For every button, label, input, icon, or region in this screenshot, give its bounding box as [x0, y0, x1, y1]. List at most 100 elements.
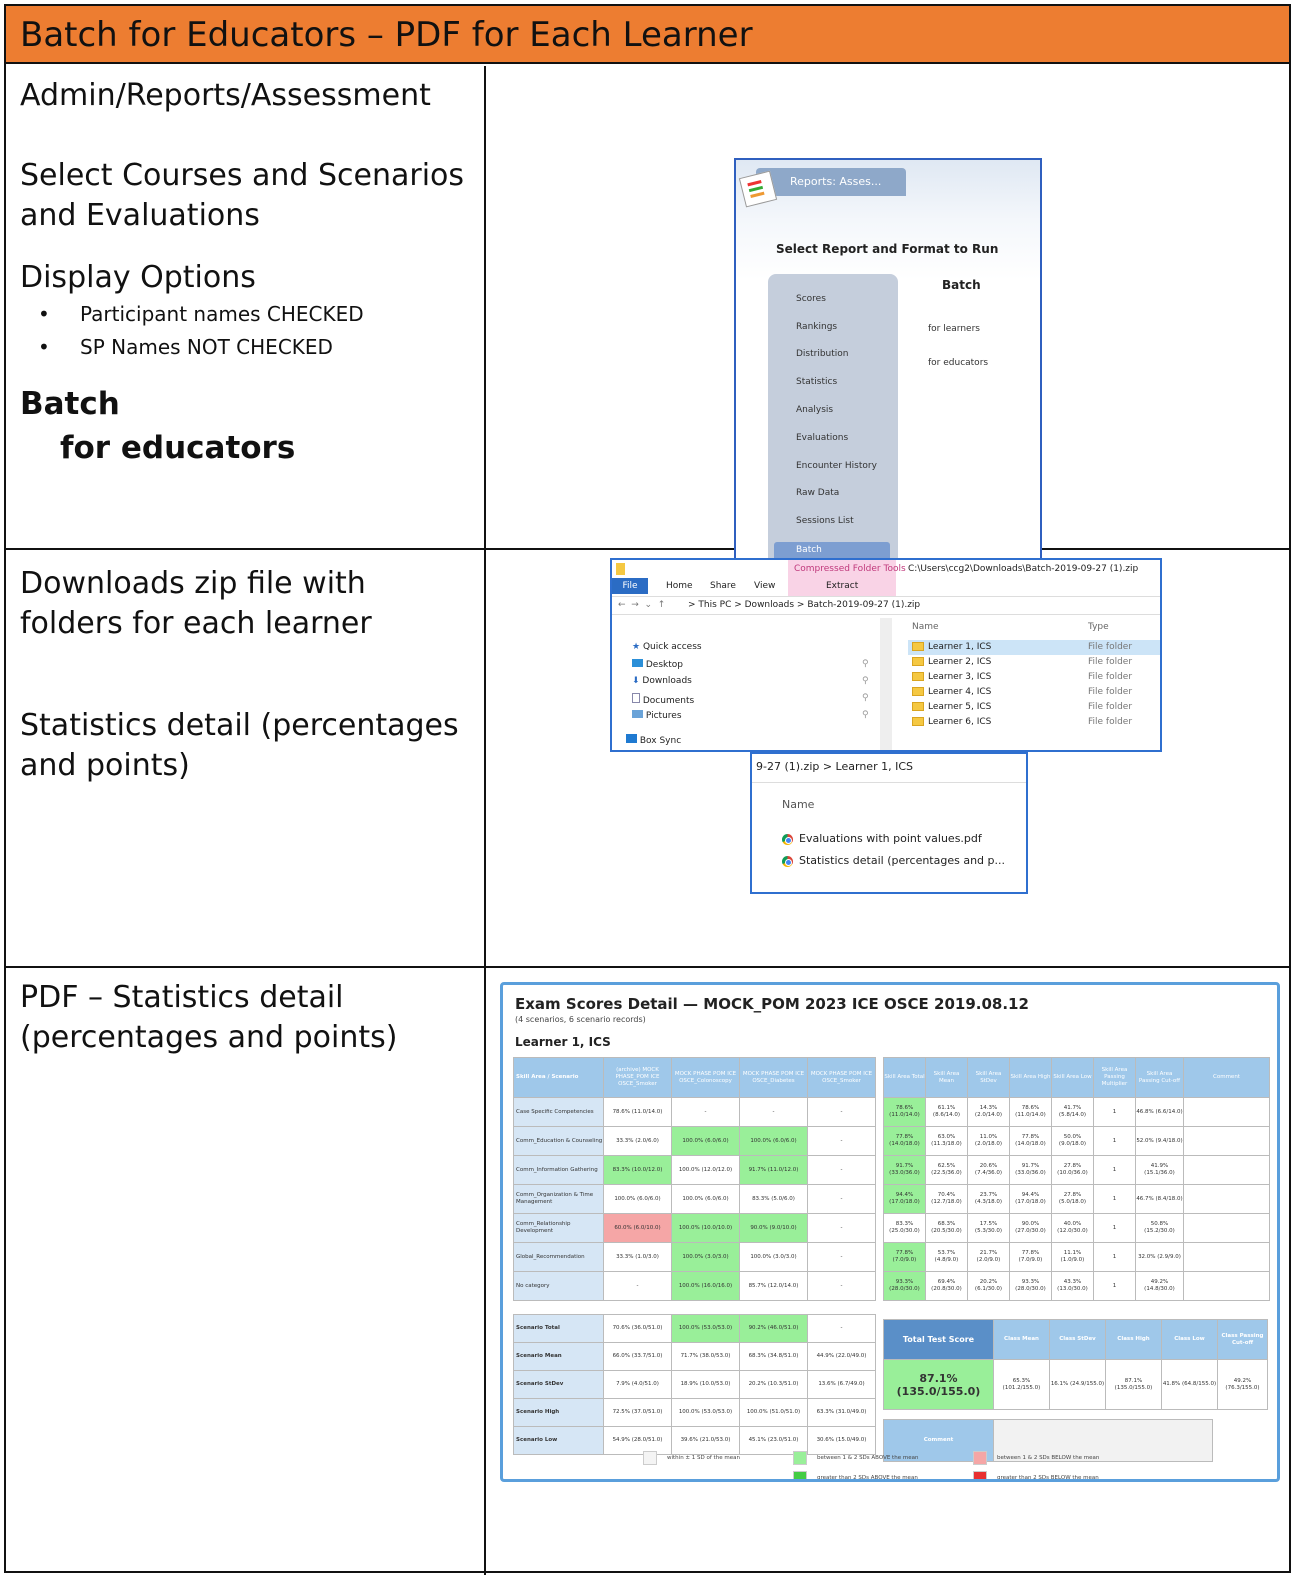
report-subtitle: (4 scenarios, 6 scenario records) — [515, 1015, 646, 1024]
folder-icon — [912, 702, 924, 711]
nav-desktop[interactable]: Desktop — [632, 659, 683, 670]
folder-row[interactable]: Learner 6, ICS File folder — [912, 717, 1160, 727]
folder-type: File folder — [1088, 717, 1133, 727]
skill-scenario-table: Skill Area / Scenario (archive) MOCK PHAS… — [513, 1057, 876, 1301]
nav-item-sessions-list[interactable]: Sessions List — [796, 516, 854, 526]
table-cell: 90.2% (46.0/51.0) — [739, 1314, 808, 1343]
admin-path: Admin/Reports/Assessment — [20, 78, 431, 113]
report-clipboard-icon — [738, 170, 778, 208]
tab-file[interactable]: File — [612, 578, 648, 594]
tab-view[interactable]: View — [754, 581, 775, 591]
table-cell: 90.0% (27.0/30.0) — [1009, 1213, 1052, 1243]
nav-box-sync[interactable]: Box Sync — [626, 734, 681, 746]
legend-label: between 1 & 2 SDs BELOW the mean — [997, 1455, 1100, 1461]
nav-documents[interactable]: Documents — [632, 693, 694, 706]
file-statistics-pdf[interactable]: Statistics detail (percentages and p... — [782, 854, 1005, 867]
folder-name: Learner 4, ICS — [928, 687, 992, 697]
nav-quick-access[interactable]: ★ Quick access — [632, 642, 702, 652]
download-arrow-icon: ⬇ — [632, 676, 640, 686]
table-cell: 77.8% (14.0/18.0) — [883, 1126, 926, 1156]
table-cell: 32.0% (2.9/9.0) — [1135, 1242, 1184, 1272]
folder-address[interactable]: 9-27 (1).zip > Learner 1, ICS — [756, 760, 913, 773]
folder-type: File folder — [1088, 642, 1133, 652]
table-cell: 7.9% (4.0/51.0) — [603, 1370, 672, 1399]
nav-item-distribution[interactable]: Distribution — [796, 349, 849, 359]
table-cell: 62.5% (22.5/36.0) — [925, 1155, 968, 1185]
tab-home[interactable]: Home — [666, 581, 693, 591]
nav-item-scores[interactable]: Scores — [796, 294, 826, 304]
nav-item-analysis[interactable]: Analysis — [796, 405, 833, 415]
table-cell: 50.8% (15.2/30.0) — [1135, 1213, 1184, 1243]
column-header: MOCK PHASE POM ICE OSCE_Smoker — [807, 1057, 876, 1098]
table-cell: 69.4% (20.8/30.0) — [925, 1271, 968, 1301]
table-cell: 41.9% (15.1/36.0) — [1135, 1155, 1184, 1185]
column-type[interactable]: Type — [1088, 622, 1109, 632]
table-cell: - — [807, 1184, 876, 1214]
table-cell: 21.7% (2.0/9.0) — [967, 1242, 1010, 1272]
chrome-icon — [782, 833, 793, 845]
table-cell: 100.0% (16.0/16.0) — [671, 1271, 740, 1301]
table-cell: 61.1% (8.6/14.0) — [925, 1097, 968, 1127]
table-row: Scenario Mean 66.0% (33.7/51.0) 71.7% (38.… — [513, 1342, 876, 1371]
tab-share[interactable]: Share — [710, 581, 736, 591]
nav-scrollbar[interactable] — [880, 618, 892, 750]
table-cell: 68.3% (34.8/51.0) — [739, 1342, 808, 1371]
nav-pictures[interactable]: Pictures — [632, 710, 682, 721]
nav-arrows-icon[interactable]: ← → ⌄ ↑ — [618, 600, 665, 610]
row-label: Scenario Total — [513, 1314, 604, 1343]
nav-item-evaluations[interactable]: Evaluations — [796, 433, 848, 443]
folder-icon — [912, 672, 924, 681]
folder-row[interactable]: Learner 2, ICS File folder — [912, 657, 1160, 667]
nav-downloads[interactable]: ⬇ Downloads — [632, 676, 692, 686]
table-row: Comm_Education & Counseling 33.3% (2.0/6.… — [513, 1126, 876, 1156]
tab-extract[interactable]: Extract — [826, 581, 858, 591]
column-name[interactable]: Name — [912, 622, 939, 632]
row-label: Scenario StDev — [513, 1370, 604, 1399]
nav-item-raw-data[interactable]: Raw Data — [796, 488, 839, 498]
column-name[interactable]: Name — [782, 798, 814, 811]
total-score-table: Total Test Score Class Mean Class StDev Cla… — [883, 1319, 1268, 1410]
folder-name: Learner 6, ICS — [928, 717, 992, 727]
document-icon — [632, 693, 640, 703]
table-row: 91.7% (33.0/36.0) 62.5% (22.5/36.0) 20.6% … — [883, 1155, 1270, 1185]
table-cell: 90.0% (9.0/10.0) — [739, 1213, 808, 1243]
table-row: Case Specific Competencies 78.6% (11.0/14… — [513, 1097, 876, 1127]
table-cell: 46.8% (6.6/14.0) — [1135, 1097, 1184, 1127]
file-evaluations-pdf[interactable]: Evaluations with point values.pdf — [782, 832, 982, 845]
option-for-educators[interactable]: for educators — [928, 358, 988, 368]
exam-scores-report: Exam Scores Detail — MOCK_POM 2023 ICE O… — [500, 982, 1280, 1482]
folder-row[interactable]: Learner 1, ICS File folder — [912, 642, 1160, 652]
table-cell: - — [603, 1271, 672, 1301]
folder-row[interactable]: Learner 4, ICS File folder — [912, 687, 1160, 697]
nav-item-rankings[interactable]: Rankings — [796, 322, 837, 332]
select-courses-text: Select Courses and Scenarios and Evaluat… — [20, 158, 465, 233]
scenario-stats-table: Scenario Total 70.6% (36.0/51.0) 100.0% (5… — [513, 1314, 876, 1455]
column-header: Comment — [1183, 1057, 1270, 1098]
table-cell: 87.1% (135.0/155.0) — [1105, 1359, 1162, 1410]
reports-tab[interactable]: Reports: Asses... — [756, 168, 906, 196]
column-header: Class StDev — [1049, 1319, 1106, 1360]
table-cell: 100.0% (12.0/12.0) — [671, 1155, 740, 1185]
table-cell: - — [807, 1314, 876, 1343]
display-options-text: Display Options — [20, 260, 256, 295]
table-row: 77.8% (14.0/18.0) 63.0% (11.3/18.0) 11.0% … — [883, 1126, 1270, 1156]
table-cell: 63.0% (11.3/18.0) — [925, 1126, 968, 1156]
option-for-learners[interactable]: for learners — [928, 324, 980, 334]
folder-icon — [912, 642, 924, 651]
folder-type: File folder — [1088, 672, 1133, 682]
folder-row[interactable]: Learner 3, ICS File folder — [912, 672, 1160, 682]
address-bar[interactable]: > This PC > Downloads > Batch-2019-09-27… — [688, 600, 920, 610]
folder-row[interactable]: Learner 5, ICS File folder — [912, 702, 1160, 712]
table-cell: 17.5% (5.3/30.0) — [967, 1213, 1010, 1243]
bullet-participant-names: Participant names CHECKED — [38, 298, 470, 331]
table-cell — [1183, 1242, 1270, 1272]
compressed-folder-tools[interactable]: Compressed Folder Tools — [794, 564, 906, 574]
nav-item-statistics[interactable]: Statistics — [796, 377, 837, 387]
nav-item-encounter-history[interactable]: Encounter History — [796, 461, 877, 471]
table-cell: 14.3% (2.0/14.0) — [967, 1097, 1010, 1127]
table-cell: 71.7% (38.0/53.0) — [671, 1342, 740, 1371]
table-cell: 83.3% (25.0/30.0) — [883, 1213, 926, 1243]
batch-label: Batch — [20, 386, 120, 422]
column-header: Class Passing Cut-off — [1217, 1319, 1268, 1360]
table-cell — [1183, 1097, 1270, 1127]
